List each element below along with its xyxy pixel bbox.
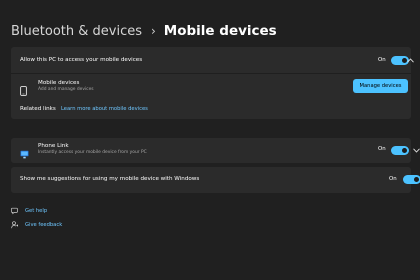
give-feedback-link[interactable]: Give feedback	[25, 222, 62, 228]
phone-link-title: Phone Link	[38, 143, 69, 149]
phone-link-state: On	[378, 146, 386, 152]
suggestions-toggle[interactable]	[403, 175, 420, 184]
phone-link-card[interactable]: Phone Link Instantly access your mobile …	[11, 138, 420, 163]
chevron-down-icon[interactable]	[411, 145, 420, 155]
get-help-link[interactable]: Get help	[25, 208, 47, 214]
help-icon	[11, 207, 19, 215]
mobile-devices-row: Mobile devices Add and manage devices Ma…	[11, 74, 411, 102]
allow-access-row[interactable]: Allow this PC to access your mobile devi…	[11, 47, 414, 73]
page-title: Mobile devices	[163, 23, 277, 39]
get-help-row[interactable]: Get help	[11, 207, 47, 215]
chevron-up-icon[interactable]	[405, 55, 415, 65]
phone-link-toggle[interactable]	[391, 146, 409, 155]
manage-devices-button[interactable]: Manage devices	[353, 79, 408, 93]
phone-link-icon	[20, 144, 29, 159]
suggestions-state: On	[389, 176, 397, 182]
allow-access-label: Allow this PC to access your mobile devi…	[20, 57, 143, 63]
breadcrumb-parent[interactable]: Bluetooth & devices	[11, 24, 142, 39]
suggestions-label: Show me suggestions for using my mobile …	[20, 176, 200, 182]
allow-access-state: On	[378, 57, 386, 63]
phone-icon	[20, 81, 27, 96]
mobile-devices-title: Mobile devices	[38, 80, 80, 86]
learn-more-link[interactable]: Learn more about mobile devices	[61, 106, 148, 112]
mobile-access-card: Allow this PC to access your mobile devi…	[11, 47, 414, 119]
related-links-label: Related links	[20, 106, 56, 112]
phone-link-subtitle: Instantly access your mobile device from…	[38, 149, 147, 155]
related-links-row: Related links Learn more about mobile de…	[11, 102, 411, 119]
breadcrumb: Bluetooth & devices › Mobile devices	[11, 22, 277, 40]
give-feedback-row[interactable]: Give feedback	[11, 221, 62, 229]
breadcrumb-separator: ›	[150, 24, 156, 38]
mobile-devices-subtitle: Add and manage devices	[38, 87, 94, 92]
feedback-icon	[11, 221, 19, 229]
suggestions-card: Show me suggestions for using my mobile …	[11, 167, 420, 193]
